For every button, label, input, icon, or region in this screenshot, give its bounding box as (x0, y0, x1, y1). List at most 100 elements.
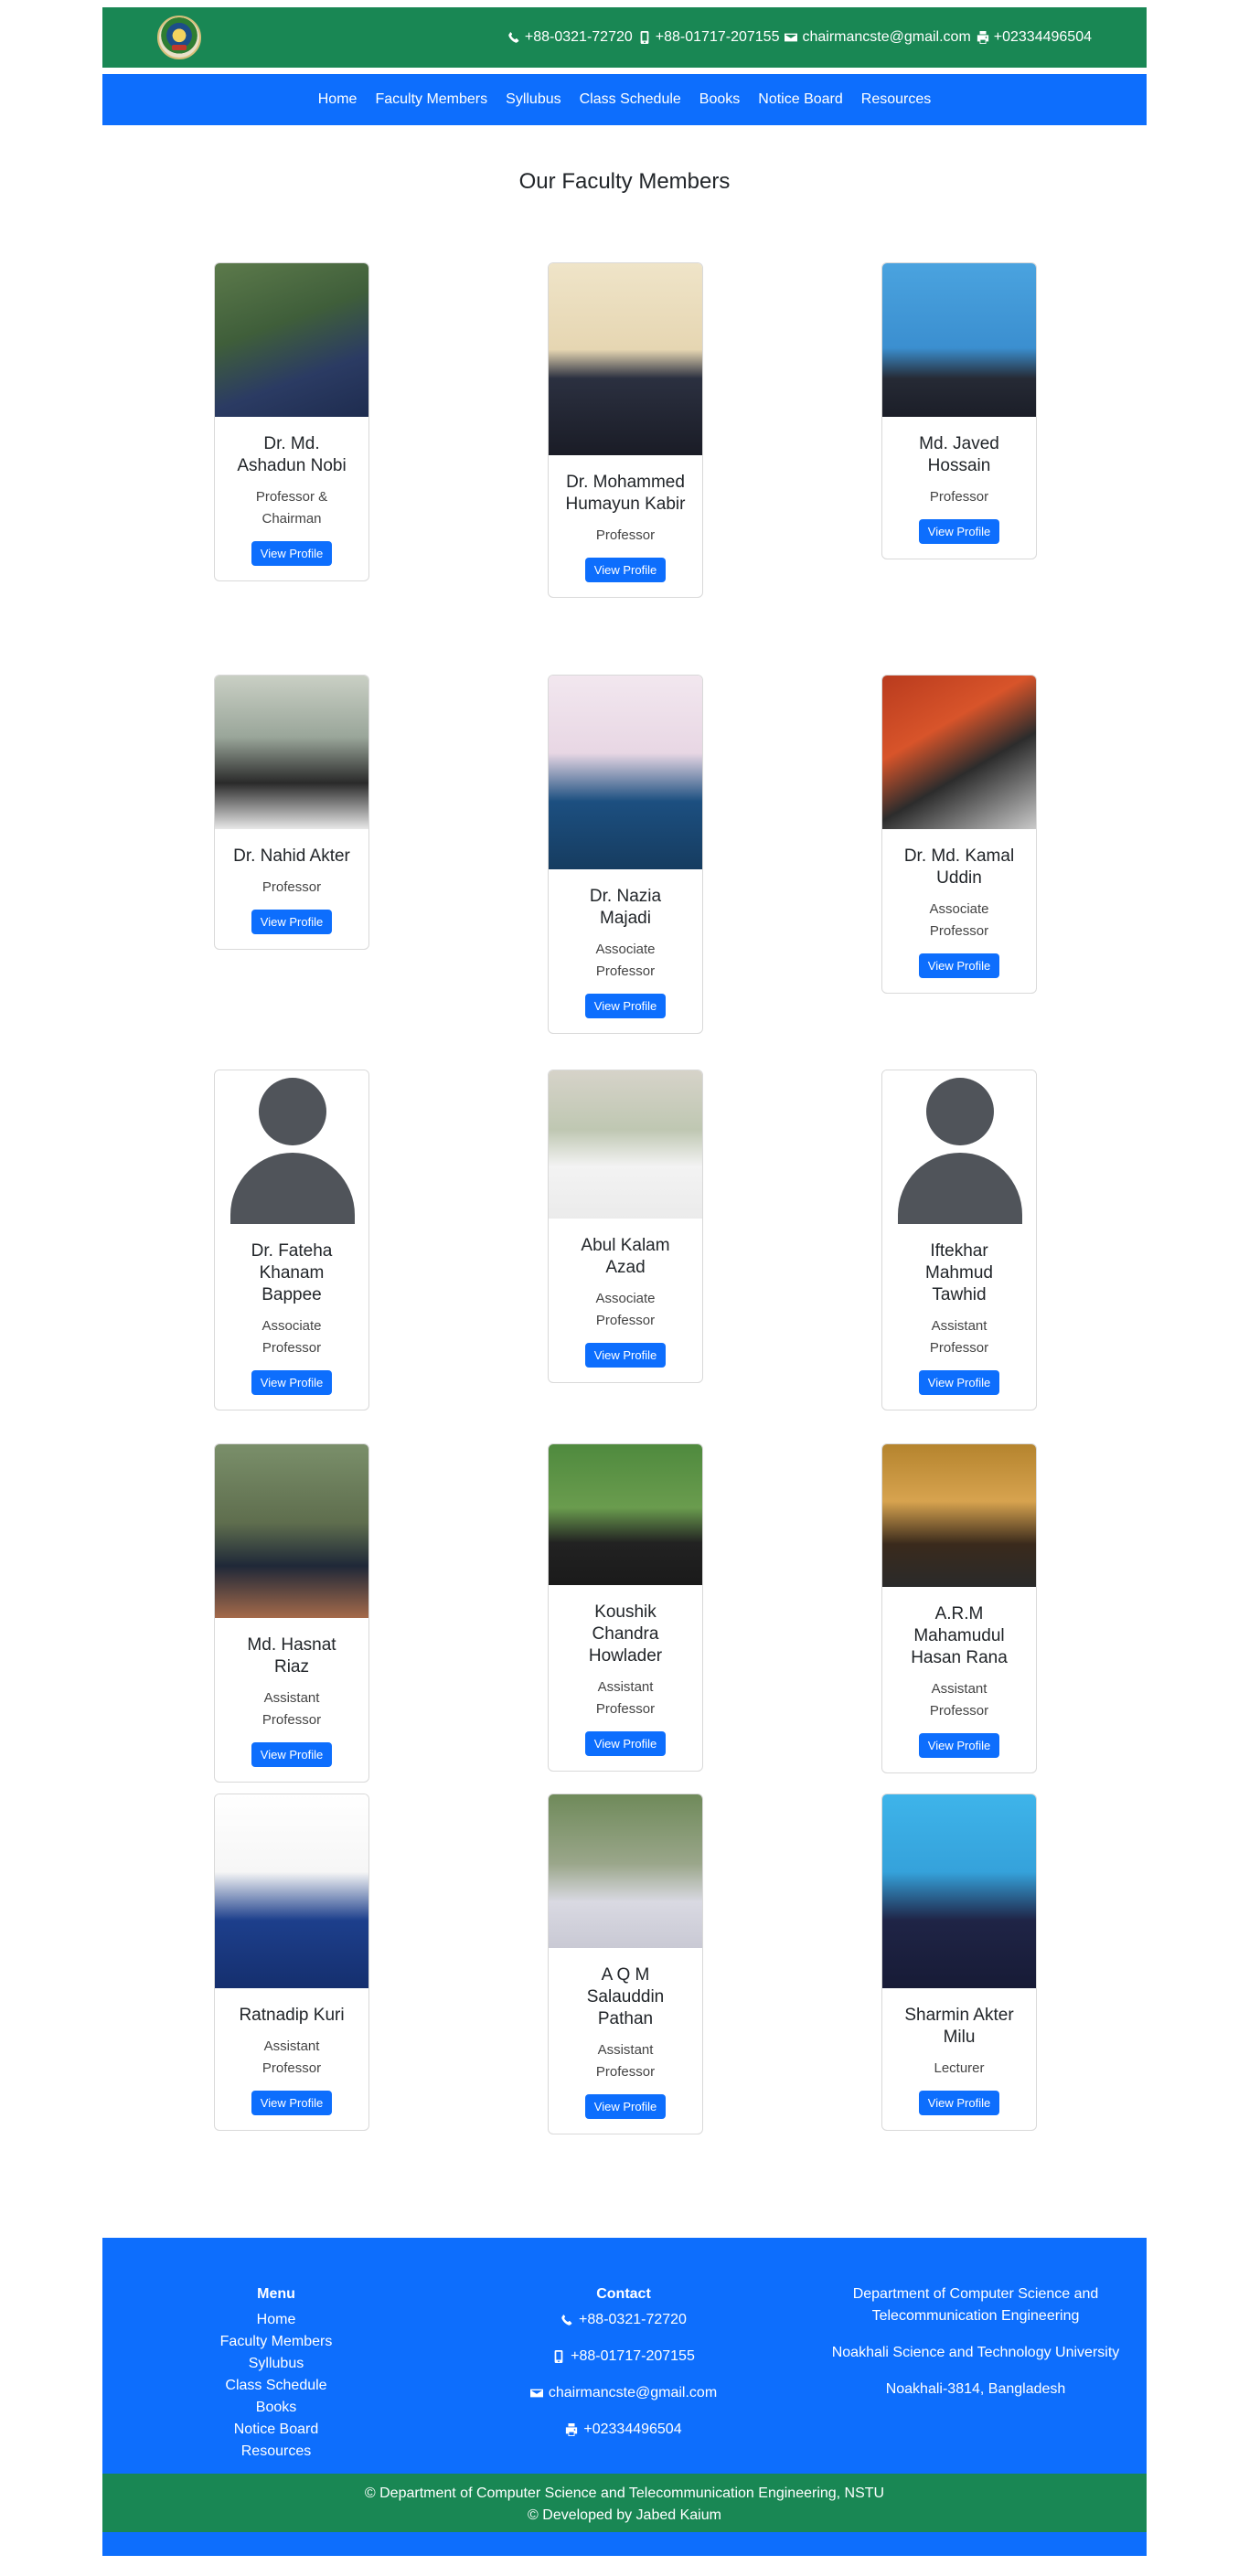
footer-link-books[interactable]: Books (176, 2397, 377, 2419)
faculty-photo (215, 676, 368, 829)
view-profile-button[interactable]: View Profile (584, 1343, 667, 1368)
default-avatar-icon (882, 1070, 1036, 1224)
faculty-name: Koushik Chandra Howlader (588, 1602, 663, 1666)
view-profile-button[interactable]: View Profile (251, 1370, 333, 1395)
faculty-role: Assistant Professor (929, 1318, 989, 1356)
footer-phone-text: +88-0321-72720 (579, 2312, 687, 2327)
view-profile-button[interactable]: View Profile (918, 519, 1000, 544)
nav-books[interactable]: Books (699, 91, 740, 108)
email-contact: chairmancste@gmail.com (785, 29, 971, 46)
footer-link-notice-board[interactable]: Notice Board (176, 2419, 377, 2441)
footer-fax: +02334496504 (486, 2419, 761, 2441)
view-profile-button[interactable]: View Profile (251, 2091, 333, 2115)
university-logo[interactable] (157, 16, 201, 59)
phone-text: +88-0321-72720 (524, 29, 633, 45)
faculty-photo (549, 676, 702, 869)
faculty-card: Dr. Nazia Majadi Associate Professor Vie… (548, 675, 703, 1034)
footer-link-faculty-members[interactable]: Faculty Members (176, 2331, 377, 2353)
faculty-photo (215, 1444, 368, 1618)
nav-resources[interactable]: Resources (861, 91, 931, 108)
footer-department: Department of Computer Science and Telec… (852, 2286, 1099, 2324)
faculty-role: Associate Professor (595, 942, 656, 979)
faculty-role: Professor (262, 879, 322, 895)
fax-text: +02334496504 (993, 29, 1092, 45)
mobile-icon (554, 2350, 563, 2363)
nav-faculty-members[interactable]: Faculty Members (375, 91, 487, 108)
view-profile-button[interactable]: View Profile (584, 558, 667, 582)
faculty-photo (882, 676, 1036, 829)
view-profile-button[interactable]: View Profile (251, 1742, 333, 1767)
contact-info: +88-0321-72720 +88-01717-207155 chairman… (507, 29, 1092, 46)
nav-syllabus[interactable]: Syllubus (506, 91, 560, 108)
envelope-icon (529, 2389, 543, 2398)
nav-class-schedule[interactable]: Class Schedule (580, 91, 681, 108)
nav-notice-board[interactable]: Notice Board (758, 91, 843, 108)
faculty-role: Assistant Professor (595, 1679, 656, 1717)
mobile-icon (640, 31, 649, 44)
fax-icon (977, 31, 988, 44)
faculty-name: Abul Kalam Azad (581, 1236, 670, 1277)
footer-link-resources[interactable]: Resources (176, 2441, 377, 2463)
footer-contact-title: Contact (596, 2286, 651, 2302)
faculty-card: Abul Kalam Azad Associate Professor View… (548, 1070, 703, 1383)
faculty-photo (882, 263, 1036, 417)
faculty-name: Dr. Md. Ashadun Nobi (237, 434, 347, 475)
footer-contact: Contact +88-0321-72720 +88-01717-207155 … (486, 2283, 761, 2455)
faculty-card: Dr. Md. Kamal Uddin Associate Professor … (881, 675, 1037, 994)
fax-icon (566, 2423, 578, 2436)
faculty-name: Md. Hasnat Riaz (247, 1635, 336, 1677)
faculty-photo (549, 1444, 702, 1585)
faculty-role: Assistant Professor (262, 1690, 322, 1728)
faculty-role: Assistant Professor (929, 1681, 989, 1719)
faculty-role: Lecturer (934, 2060, 985, 2076)
faculty-role: Associate Professor (262, 1318, 322, 1356)
nav-home[interactable]: Home (318, 91, 358, 108)
faculty-name: Md. Javed Hossain (919, 434, 999, 475)
faculty-card: Dr. Fateha Khanam Bappee Associate Profe… (214, 1070, 369, 1410)
faculty-card: Dr. Md. Ashadun Nobi Professor & Chairma… (214, 262, 369, 581)
faculty-name: Dr. Nazia Majadi (589, 887, 662, 928)
faculty-name: Dr. Nahid Akter (233, 846, 350, 866)
footer-email-text: chairmancste@gmail.com (548, 2385, 718, 2400)
footer-link-class-schedule[interactable]: Class Schedule (176, 2375, 377, 2397)
faculty-name: Ratnadip Kuri (239, 2006, 345, 2025)
faculty-card: Md. Hasnat Riaz Assistant Professor View… (214, 1443, 369, 1783)
footer-bottom-strip (102, 2532, 1147, 2556)
default-avatar-icon (215, 1070, 368, 1224)
view-profile-button[interactable]: View Profile (584, 2094, 667, 2119)
view-profile-button[interactable]: View Profile (918, 1370, 1000, 1395)
view-profile-button[interactable]: View Profile (251, 910, 333, 934)
page-title: Our Faculty Members (518, 169, 731, 194)
phone-icon (561, 2315, 572, 2326)
footer-email: chairmancste@gmail.com (486, 2382, 761, 2404)
footer-link-syllabus[interactable]: Syllubus (176, 2353, 377, 2375)
view-profile-button[interactable]: View Profile (918, 2091, 1000, 2115)
view-profile-button[interactable]: View Profile (251, 541, 333, 566)
mobile-text: +88-01717-207155 (655, 29, 780, 45)
phone-icon (508, 32, 519, 43)
view-profile-button[interactable]: View Profile (918, 953, 1000, 978)
view-profile-button[interactable]: View Profile (584, 994, 667, 1018)
faculty-card: A.R.M Mahamudul Hasan Rana Assistant Pro… (881, 1443, 1037, 1773)
faculty-card: Dr. Nahid Akter Professor View Profile (214, 675, 369, 950)
faculty-name: Dr. Mohammed Humayun Kabir (565, 473, 686, 514)
faculty-photo (215, 1794, 368, 1988)
footer-fax-text: +02334496504 (583, 2422, 682, 2437)
developer-credit: © Developed by Jabed Kaium (528, 2507, 721, 2523)
faculty-name: Iftekhar Mahmud Tawhid (925, 1241, 993, 1304)
copyright-text: © Department of Computer Science and Tel… (364, 2486, 885, 2501)
faculty-card: A Q M Salauddin Pathan Assistant Profess… (548, 1794, 703, 2134)
footer-address: Department of Computer Science and Telec… (825, 2283, 1126, 2415)
faculty-photo (882, 1444, 1036, 1587)
footer-link-home[interactable]: Home (176, 2309, 377, 2331)
faculty-photo (549, 1794, 702, 1948)
phone-contact: +88-0321-72720 (507, 29, 633, 46)
faculty-role: Associate Professor (595, 1291, 656, 1328)
faculty-card: Sharmin Akter Milu Lecturer View Profile (881, 1794, 1037, 2131)
fax-contact: +02334496504 (977, 29, 1092, 46)
email-text: chairmancste@gmail.com (802, 29, 971, 45)
view-profile-button[interactable]: View Profile (584, 1731, 667, 1756)
footer-location: Noakhali-3814, Bangladesh (885, 2381, 1066, 2397)
footer-menu-title: Menu (257, 2286, 295, 2302)
view-profile-button[interactable]: View Profile (918, 1733, 1000, 1758)
